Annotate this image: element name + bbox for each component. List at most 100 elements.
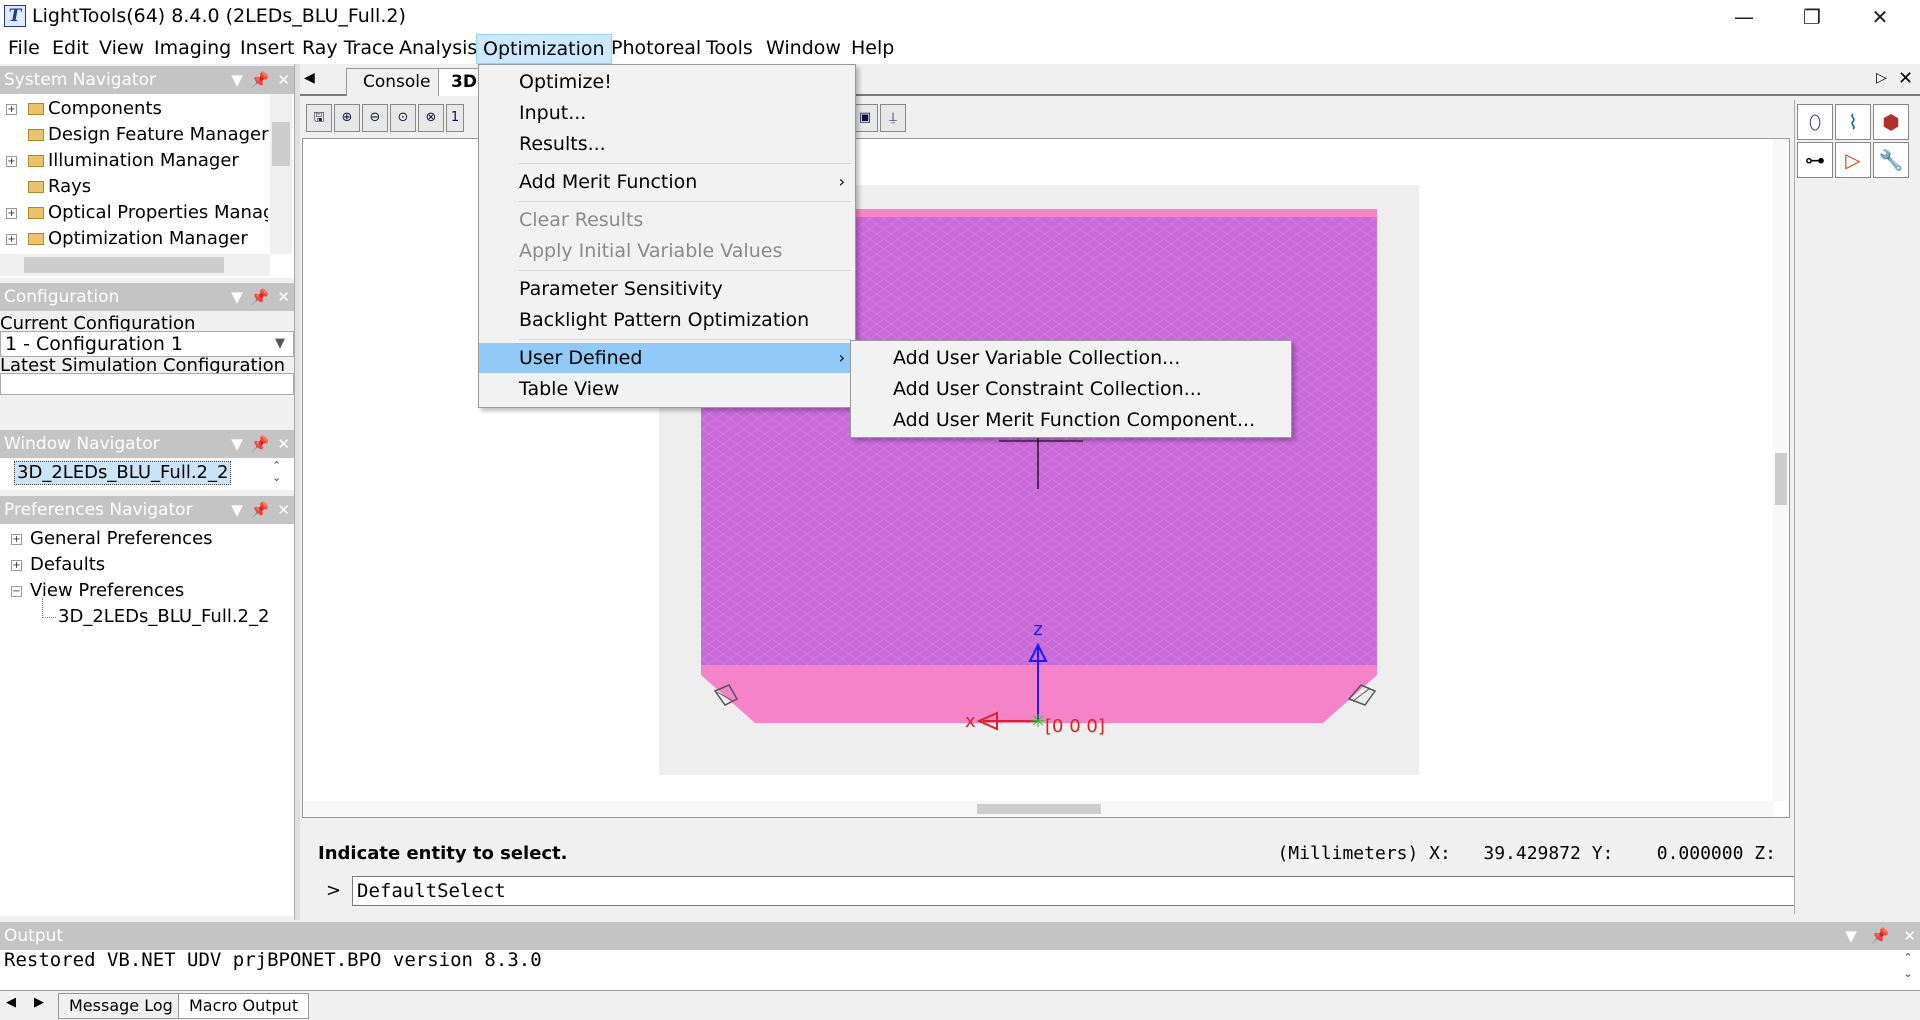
tree-item-optical-properties-manager[interactable]: Optical Properties Manag (28, 200, 268, 226)
tree-item-view-preference-child[interactable]: 3D_2LEDs_BLU_Full.2_2 (58, 604, 269, 630)
close-button[interactable]: ✕ (1846, 0, 1914, 34)
expand-icon[interactable]: + (6, 104, 17, 115)
tab-scroll-right-icon[interactable]: ▷ (1876, 70, 1887, 86)
menu-insert[interactable]: Insert (234, 34, 301, 64)
command-input[interactable]: DefaultSelect (352, 876, 1900, 906)
tree-item-components[interactable]: Components (28, 96, 162, 122)
menu-tools[interactable]: Tools (700, 34, 759, 64)
menu-analysis[interactable]: Analysis (393, 34, 483, 64)
latest-simulation-field[interactable] (0, 373, 294, 395)
chart-icon[interactable]: ⌇ (1835, 104, 1871, 140)
tree-item-design-feature-manager[interactable]: Design Feature Manager (28, 122, 269, 148)
menu-item-add-merit-function[interactable]: Add Merit Function › (479, 167, 855, 197)
window-title: LightTools(64) 8.4.0 (2LEDs_BLU_Full.2) (32, 5, 406, 27)
tab-message-log[interactable]: Message Log (58, 993, 184, 1019)
zoom-window-icon[interactable]: ⊙ (390, 104, 416, 132)
menu-edit[interactable]: Edit (46, 34, 95, 64)
vertical-scrollbar[interactable] (270, 94, 292, 254)
tab-console[interactable]: Console (346, 68, 444, 96)
tab-scroll-right-icon[interactable]: ▶ (34, 995, 44, 1010)
x-axis-label: x (965, 711, 976, 732)
pin-icon[interactable]: 📌 (251, 66, 270, 94)
zoom-in-icon[interactable]: ⊕ (334, 104, 360, 132)
output-scroll-icon[interactable]: ⌃ ⌄ (1898, 950, 1918, 990)
zoom-out-icon[interactable]: ⊖ (362, 104, 388, 132)
zoom-fit-icon[interactable]: ⊗ (418, 104, 444, 132)
dropdown-icon[interactable]: ▼ (1845, 922, 1857, 950)
spin-icon[interactable]: ⌃ ⌄ (272, 460, 281, 484)
pin-icon[interactable]: 📌 (251, 496, 270, 524)
menu-item-user-defined[interactable]: User Defined › (479, 343, 855, 373)
menu-view[interactable]: View (93, 34, 150, 64)
preferences-navigator-title: Preferences Navigator (4, 500, 193, 520)
binoculars-icon[interactable]: ⊶ (1797, 142, 1833, 178)
close-icon[interactable]: ✕ (277, 283, 290, 311)
menu-item-optimize[interactable]: Optimize! (479, 67, 855, 97)
close-icon[interactable]: ✕ (277, 496, 290, 524)
window-navigator-item[interactable]: 3D_2LEDs_BLU_Full.2_2 (14, 461, 232, 485)
tree-item-view-preferences[interactable]: View Preferences (30, 578, 184, 604)
tab-scroll-left-icon[interactable]: ◀ (6, 995, 16, 1010)
probe-icon[interactable]: ⍊ (880, 104, 906, 132)
maximize-button[interactable]: ❐ (1778, 0, 1846, 34)
menu-file[interactable]: File (2, 34, 46, 64)
tree-item-general-preferences[interactable]: General Preferences (30, 526, 213, 552)
menu-item-add-user-merit-function-component[interactable]: Add User Merit Function Component... (851, 405, 1291, 435)
dropdown-icon[interactable]: ▼ (231, 66, 243, 94)
menu-item-table-view[interactable]: Table View (479, 374, 855, 404)
menu-help[interactable]: Help (845, 34, 900, 64)
expand-icon[interactable]: + (6, 234, 17, 245)
expand-icon[interactable]: + (11, 560, 22, 571)
menu-item-backlight-pattern-optimization[interactable]: Backlight Pattern Optimization (479, 305, 855, 335)
save-icon[interactable]: 🖫 (306, 104, 332, 132)
viewport-horizontal-scrollbar[interactable] (303, 801, 1773, 817)
menu-photoreal[interactable]: Photoreal (605, 34, 707, 64)
minimize-button[interactable]: — (1710, 0, 1778, 34)
menu-item-input[interactable]: Input... (479, 98, 855, 128)
tree-connector (42, 617, 56, 618)
lens-icon[interactable]: ⬯ (1797, 104, 1833, 140)
menu-item-results[interactable]: Results... (479, 129, 855, 159)
system-navigator-title: System Navigator (4, 70, 156, 90)
menu-item-clear-results: Clear Results (519, 209, 644, 231)
tree-item-rays[interactable]: Rays (28, 174, 91, 200)
configuration-header: Configuration ▼ 📌 ✕ (0, 283, 294, 311)
pin-icon[interactable]: 📌 (251, 283, 270, 311)
tree-item-optimization-manager[interactable]: Optimization Manager (28, 226, 248, 252)
collapse-icon[interactable]: − (11, 586, 22, 597)
close-icon[interactable]: ✕ (277, 66, 290, 94)
expand-icon[interactable]: + (11, 534, 22, 545)
left-splitter[interactable] (294, 64, 300, 920)
tab-scroll-left-icon[interactable]: ◀ (304, 70, 315, 86)
source-icon[interactable]: ▷ (1835, 142, 1871, 178)
menu-optimization[interactable]: Optimization (476, 34, 612, 64)
pin-icon[interactable]: 📌 (251, 430, 270, 458)
dropdown-icon[interactable]: ▼ (231, 430, 243, 458)
dropdown-icon[interactable]: ▼ (231, 496, 243, 524)
menu-item-parameter-sensitivity[interactable]: Parameter Sensitivity (479, 274, 855, 304)
menu-item-add-user-variable-collection[interactable]: Add User Variable Collection... (851, 343, 1291, 373)
menu-separator (519, 163, 851, 164)
pin-icon[interactable]: 📌 (1871, 922, 1890, 950)
close-icon[interactable]: ✕ (277, 430, 290, 458)
wrench-icon[interactable]: 🔧 (1873, 142, 1909, 178)
current-configuration-select[interactable]: 1 - Configuration 1 ▼ (0, 331, 294, 357)
viewport-vertical-scrollbar[interactable] (1773, 139, 1789, 801)
menu-imaging[interactable]: Imaging (148, 34, 237, 64)
material-icon[interactable]: ⬢ (1873, 104, 1909, 140)
dropdown-icon[interactable]: ▼ (231, 283, 243, 311)
view-one-icon[interactable]: 1 (446, 104, 464, 132)
horizontal-scrollbar[interactable] (0, 254, 270, 276)
tab-macro-output[interactable]: Macro Output (178, 993, 310, 1019)
expand-icon[interactable]: + (6, 156, 17, 167)
tree-item-illumination-manager[interactable]: Illumination Manager (28, 148, 239, 174)
menu-separator (519, 270, 851, 271)
close-icon[interactable]: ✕ (1898, 68, 1913, 89)
menu-item-add-user-constraint-collection[interactable]: Add User Constraint Collection... (851, 374, 1291, 404)
menu-window[interactable]: Window (760, 34, 847, 64)
expand-icon[interactable]: + (6, 208, 17, 219)
system-navigator-tree: + Components Design Feature Manager + Il… (0, 94, 294, 278)
tree-item-defaults[interactable]: Defaults (30, 552, 105, 578)
close-icon[interactable]: ✕ (1903, 922, 1916, 950)
menu-ray-trace[interactable]: Ray Trace (296, 34, 400, 64)
